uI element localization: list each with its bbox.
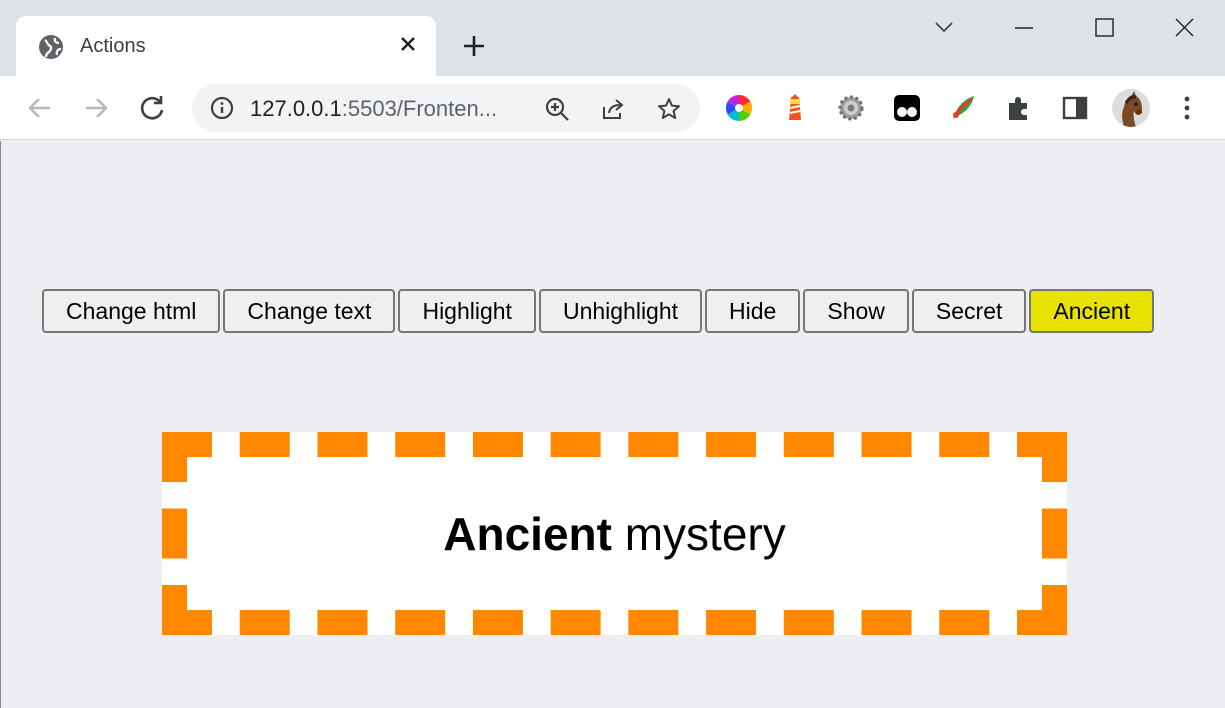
kebab-menu-icon[interactable] (1172, 92, 1202, 124)
url-host: 127.0.0.1 (250, 96, 342, 121)
back-arrow-icon[interactable] (22, 90, 58, 126)
info-icon[interactable] (210, 96, 234, 120)
address-bar[interactable]: 127.0.0.1:5503/Fronten... (192, 84, 700, 132)
lighthouse-extension-icon[interactable] (780, 93, 810, 123)
mystery-text: Ancient mystery (443, 507, 785, 561)
page-content: Change html Change text Highlight Unhigh… (0, 141, 1225, 708)
horse-avatar-icon (1122, 91, 1142, 127)
gear-extension-icon[interactable] (836, 93, 866, 123)
maximize-icon[interactable] (1084, 12, 1124, 44)
tab-title: Actions (80, 35, 146, 57)
highlight-button[interactable]: Highlight (398, 289, 536, 333)
window-close-icon[interactable] (1164, 12, 1204, 44)
action-button-row: Change html Change text Highlight Unhigh… (42, 289, 1157, 333)
url-path: :5503/Fronten... (341, 96, 498, 121)
feather-extension-icon[interactable] (948, 93, 978, 123)
close-icon[interactable] (396, 32, 420, 56)
chevron-down-icon[interactable] (924, 12, 964, 44)
mystery-rest: mystery (611, 507, 786, 560)
hide-button[interactable]: Hide (705, 289, 801, 333)
mystery-bold-word: Ancient (443, 507, 612, 560)
url-text[interactable]: 127.0.0.1:5503/Fronten... (250, 96, 497, 122)
plus-icon[interactable] (460, 32, 488, 60)
unhighlight-button[interactable]: Unhighlight (538, 289, 703, 333)
reload-icon[interactable] (134, 90, 170, 126)
puzzle-icon[interactable] (1004, 93, 1034, 123)
side-panel-icon[interactable] (1060, 93, 1090, 123)
star-icon[interactable] (656, 96, 682, 122)
color-wheel-extension-icon[interactable] (724, 93, 754, 123)
secret-button[interactable]: Secret (911, 289, 1027, 333)
change-text-button[interactable]: Change text (223, 289, 396, 333)
ancient-button[interactable]: Ancient (1029, 289, 1155, 333)
share-icon[interactable] (600, 96, 626, 122)
tab-strip: Actions (0, 0, 1225, 76)
mystery-box: Ancient mystery (162, 432, 1067, 635)
show-button[interactable]: Show (803, 289, 909, 333)
change-html-button[interactable]: Change html (42, 289, 221, 333)
browser-toolbar: 127.0.0.1:5503/Fronten... (0, 76, 1225, 140)
zoom-icon[interactable] (544, 96, 570, 122)
browser-tab[interactable]: Actions (16, 16, 436, 76)
forward-arrow-icon[interactable] (78, 90, 114, 126)
tampermonkey-extension-icon[interactable] (892, 93, 922, 123)
minimize-icon[interactable] (1004, 12, 1044, 44)
avatar[interactable] (1112, 89, 1150, 127)
globe-icon (39, 35, 63, 59)
